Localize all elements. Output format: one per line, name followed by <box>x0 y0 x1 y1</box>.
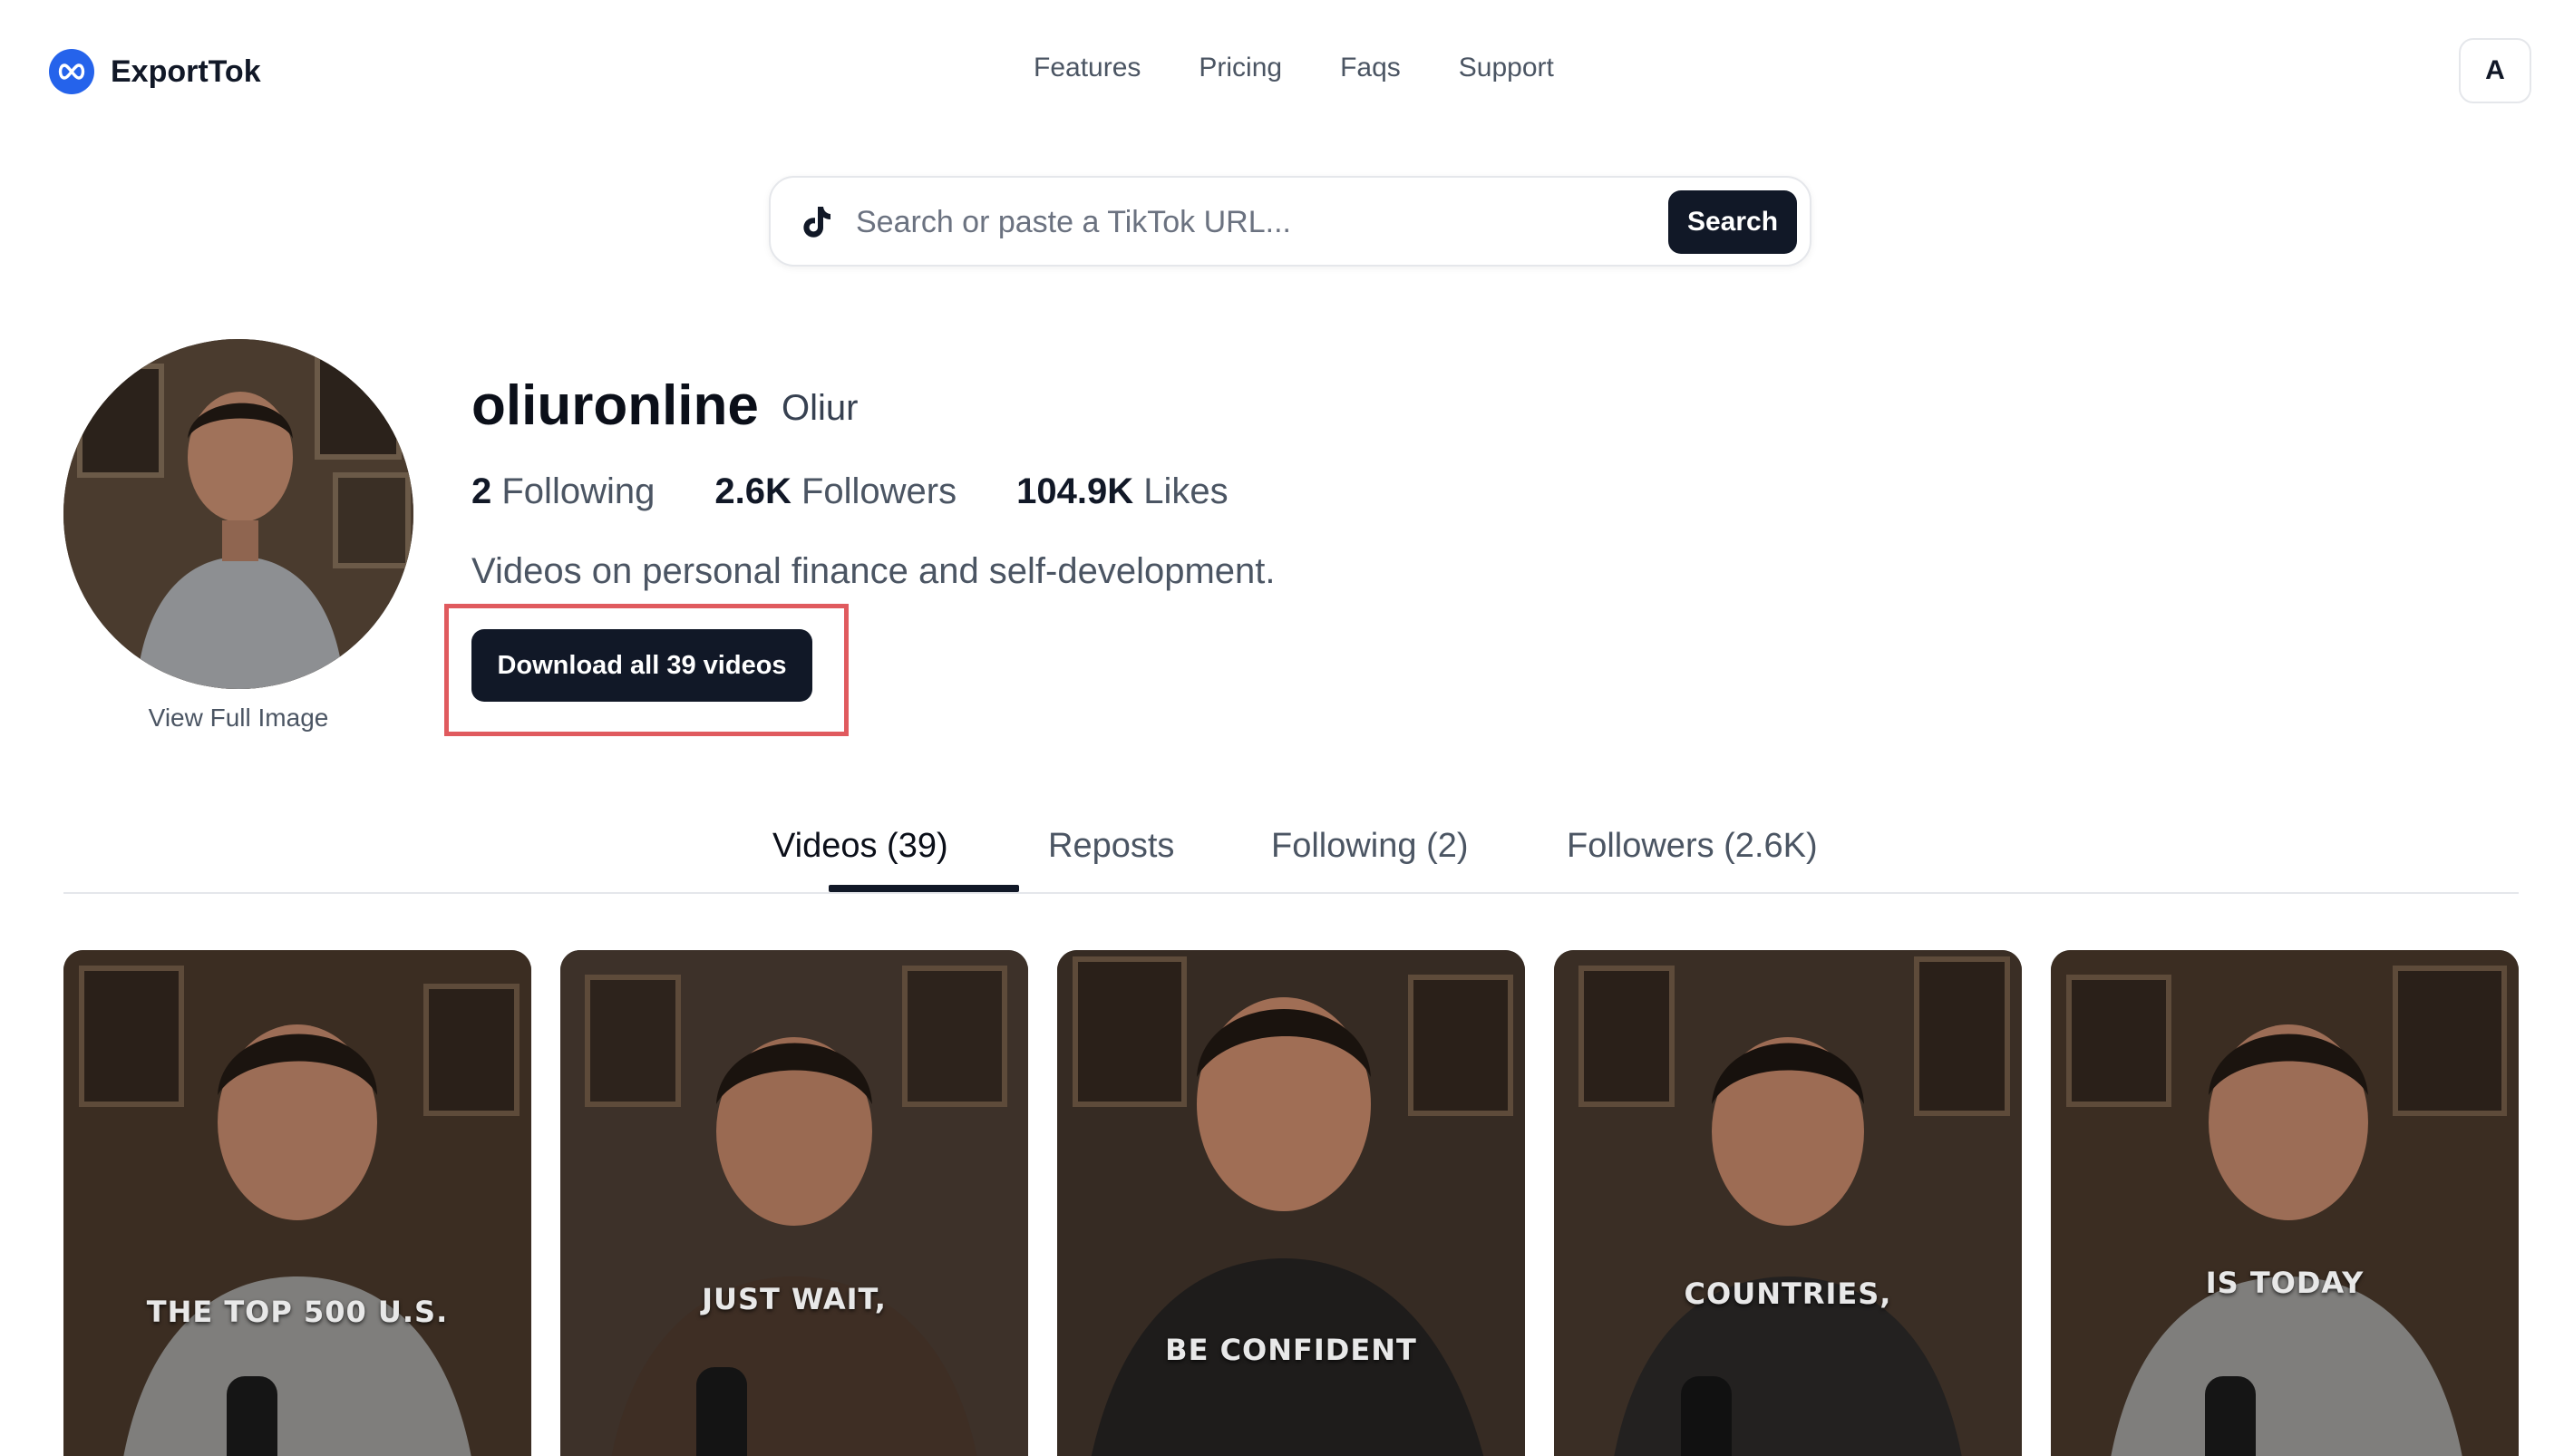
video-thumbnail <box>1554 950 2022 1456</box>
video-thumbnail <box>2051 950 2519 1456</box>
tab-followers[interactable]: Followers (2.6K) <box>1567 827 1818 866</box>
video-caption: JUST WAIT, <box>702 1282 887 1316</box>
video-card[interactable]: JUST WAIT, <box>560 950 1028 1456</box>
infinity-logo-icon <box>49 49 94 94</box>
tab-reposts[interactable]: Reposts <box>1048 827 1174 866</box>
likes-label: Likes <box>1143 471 1229 511</box>
video-card[interactable]: THE TOP 500 U.S. <box>63 950 531 1456</box>
search-input[interactable] <box>856 196 1509 248</box>
download-all-videos-button[interactable]: Download all 39 videos <box>471 629 812 702</box>
profile-stats: 2 Following 2.6K Followers 104.9K Likes <box>471 471 1229 512</box>
brand-name: ExportTok <box>111 53 261 89</box>
video-thumbnail <box>1057 950 1525 1456</box>
video-caption: COUNTRIES, <box>1684 1276 1892 1311</box>
video-card[interactable]: COUNTRIES, <box>1554 950 2022 1456</box>
video-grid: THE TOP 500 U.S. JUST WAIT, BE CONFIDENT <box>63 950 2519 1456</box>
top-header: ExportTok Features Pricing Faqs Support … <box>0 0 2564 141</box>
video-thumbnail <box>560 950 1028 1456</box>
video-card[interactable]: IS TODAY <box>2051 950 2519 1456</box>
profile-avatar-image[interactable] <box>63 339 413 689</box>
nav-support-link[interactable]: Support <box>1459 53 1554 83</box>
brand-logo-link[interactable]: ExportTok <box>49 49 261 94</box>
following-count: 2 <box>471 471 492 511</box>
followers-stat: 2.6K Followers <box>714 471 957 512</box>
video-card[interactable]: BE CONFIDENT <box>1057 950 1525 1456</box>
nav-pricing-link[interactable]: Pricing <box>1199 53 1282 83</box>
search-button[interactable]: Search <box>1668 190 1797 254</box>
main-nav: Features Pricing Faqs Support <box>1034 53 1554 83</box>
video-thumbnail <box>63 950 531 1456</box>
tab-videos[interactable]: Videos (39) <box>772 827 948 866</box>
tab-following[interactable]: Following (2) <box>1271 827 1469 866</box>
followers-count: 2.6K <box>714 471 792 511</box>
video-caption: THE TOP 500 U.S. <box>146 1295 449 1329</box>
profile-bio: Videos on personal finance and self-deve… <box>471 551 1276 591</box>
search-bar: Search <box>769 176 1811 267</box>
likes-count: 104.9K <box>1016 471 1134 511</box>
followers-label: Followers <box>801 471 957 511</box>
tiktok-icon <box>803 207 830 238</box>
video-caption: IS TODAY <box>2205 1266 2365 1300</box>
nav-features-link[interactable]: Features <box>1034 53 1141 83</box>
view-full-image-link[interactable]: View Full Image <box>63 704 413 733</box>
following-label: Following <box>501 471 656 511</box>
video-caption: BE CONFIDENT <box>1165 1333 1417 1367</box>
following-stat: 2 Following <box>471 471 655 512</box>
nav-faqs-link[interactable]: Faqs <box>1340 53 1401 83</box>
likes-stat: 104.9K Likes <box>1016 471 1229 512</box>
profile-username: oliuronline <box>471 374 759 437</box>
account-avatar-button[interactable]: A <box>2459 38 2531 103</box>
profile-display-name: Oliur <box>782 388 859 428</box>
active-tab-indicator <box>829 885 1019 892</box>
profile-tabs: Videos (39) Reposts Following (2) Follow… <box>63 825 2519 894</box>
